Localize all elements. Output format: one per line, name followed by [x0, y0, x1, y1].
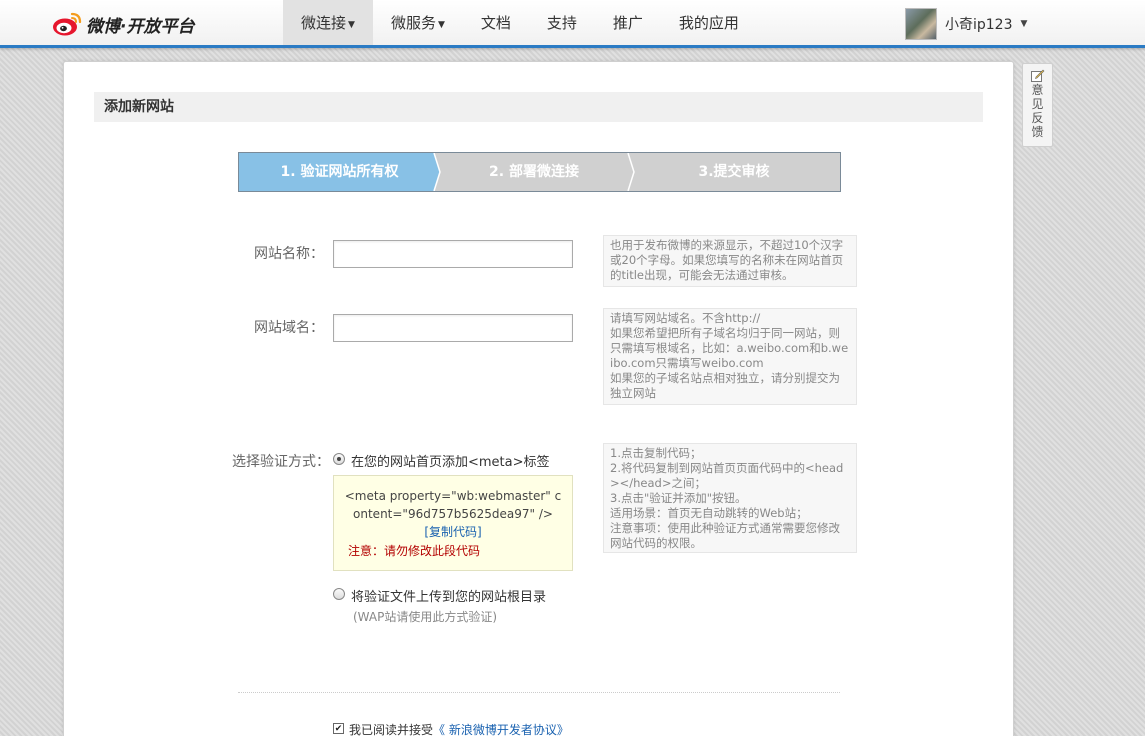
step-progress: 1. 验证网站所有权 2. 部署微连接 3.提交审核 [238, 152, 841, 192]
nav-label: 推广 [612, 14, 643, 32]
divider [238, 692, 840, 693]
meta-code: <meta property="wb:webmaster" content="9… [344, 489, 562, 521]
user-menu[interactable]: 小奇ip123 ▼ [905, 8, 1027, 40]
verify-method-label: 选择验证方式： [232, 454, 330, 470]
nav-label: 支持 [546, 14, 577, 32]
agreement-text: 我已阅读并接受《 新浪微博开发者协议》 [349, 721, 569, 736]
weibo-logo[interactable]: 微博·开放平台 [52, 9, 194, 39]
file-option-note: (WAP站请使用此方式验证) [353, 610, 498, 624]
site-name-hint: 也用于发布微博的来源显示，不超过10个汉字或20个字母。如果您填写的名称未在网站… [603, 235, 857, 287]
agreement-label: 我已阅读并接受 [349, 723, 434, 736]
step-deploy-connect: 2. 部署微连接 [434, 153, 634, 191]
radio-meta-tag[interactable] [333, 453, 345, 465]
caret-down-icon: ▼ [1020, 19, 1028, 29]
nav-label: 微服务 [390, 14, 436, 32]
radio-upload-file[interactable] [333, 588, 345, 600]
username: 小奇ip123 [945, 17, 1013, 33]
feedback-label: 意见反馈 [1031, 83, 1044, 139]
avatar [905, 8, 937, 40]
top-navigation-bar: 微博·开放平台 微连接 ▼ 微服务 ▼ 文档 支持 推广 我的应用 小奇ip123 … [0, 0, 1145, 48]
meta-code-box: <meta property="wb:webmaster" content="9… [333, 475, 573, 571]
nav-label: 文档 [480, 14, 511, 32]
caret-down-icon: ▼ [348, 20, 355, 30]
developer-agreement-link[interactable]: 《 新浪微博开发者协议》 [433, 723, 569, 736]
step-divider-icon [433, 153, 441, 191]
nav-item-promote[interactable]: 推广 [595, 0, 661, 45]
site-domain-input[interactable] [333, 314, 573, 342]
step-verify-ownership: 1. 验证网站所有权 [239, 153, 440, 191]
file-option-label[interactable]: 将验证文件上传到您的网站根目录 [351, 586, 546, 605]
weibo-eye-icon [52, 10, 84, 38]
site-name-label: 网站名称： [254, 246, 324, 262]
nav-item-connect[interactable]: 微连接 ▼ [283, 0, 373, 45]
meta-option-label[interactable]: 在您的网站首页添加<meta>标签 [351, 451, 550, 470]
feedback-button[interactable]: 意见反馈 [1022, 63, 1053, 147]
site-domain-label: 网站域名： [254, 320, 324, 336]
verify-hint: 1.点击复制代码； 2.将代码复制到网站首页页面代码中的<head></head… [603, 443, 857, 553]
meta-warning: 注意：请勿修改此段代码 [348, 544, 481, 558]
edit-icon [1030, 69, 1044, 82]
main-nav: 微连接 ▼ 微服务 ▼ 文档 支持 推广 我的应用 [283, 0, 757, 45]
page-title: 添加新网站 [94, 92, 983, 122]
nav-label: 微连接 [301, 14, 347, 32]
nav-label: 我的应用 [678, 14, 739, 32]
step-divider-icon [627, 153, 635, 191]
main-card: 添加新网站 1. 验证网站所有权 2. 部署微连接 3.提交审核 网站名称： 也… [63, 61, 1014, 736]
copy-code-link[interactable]: [复制代码] [334, 523, 572, 541]
step-submit-review: 3.提交审核 [628, 153, 840, 191]
nav-item-services[interactable]: 微服务 ▼ [373, 0, 463, 45]
logo-text: 微博·开放平台 [86, 16, 195, 37]
site-domain-hint: 请填写网站域名。不含http:// 如果您希望把所有子域名均归于同一网站，则只需… [603, 308, 857, 405]
agreement-checkbox[interactable]: ✔ [333, 723, 344, 734]
caret-down-icon: ▼ [437, 20, 445, 30]
nav-item-support[interactable]: 支持 [529, 0, 595, 45]
nav-item-my-apps[interactable]: 我的应用 [661, 0, 757, 45]
nav-item-docs[interactable]: 文档 [463, 0, 529, 45]
site-name-input[interactable] [333, 240, 573, 268]
